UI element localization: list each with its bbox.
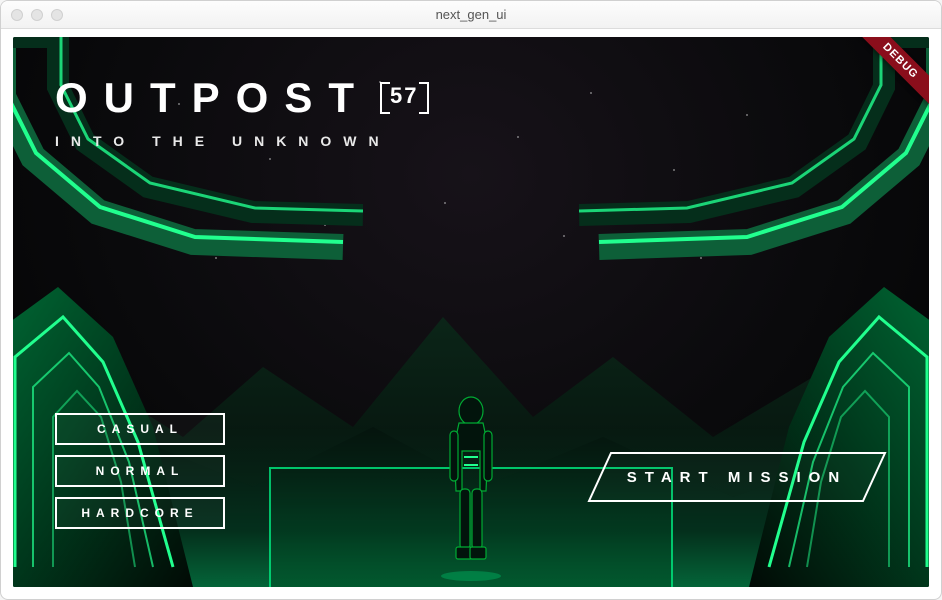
start-mission-button[interactable]: START MISSION [587, 451, 887, 503]
frame-arc-right [579, 37, 929, 297]
hero-character [426, 391, 516, 581]
title-number: 57 [384, 82, 424, 110]
difficulty-label: NORMAL [96, 464, 185, 478]
traffic-zoom-icon[interactable] [51, 9, 63, 21]
game-subtitle: INTO THE UNKNOWN [55, 133, 425, 149]
game-title: OUTPOST 57 [55, 77, 425, 119]
difficulty-normal[interactable]: NORMAL [55, 455, 225, 487]
difficulty-label: CASUAL [97, 422, 183, 436]
start-mission-wrap: START MISSION [587, 451, 887, 503]
title-block: OUTPOST 57 INTO THE UNKNOWN [55, 77, 425, 149]
traffic-close-icon[interactable] [11, 9, 23, 21]
difficulty-casual[interactable]: CASUAL [55, 413, 225, 445]
window-traffic-lights [11, 9, 63, 21]
pylon-right [739, 267, 929, 587]
window-title: next_gen_ui [1, 7, 941, 22]
game-viewport: DEBUG OUTPOST 57 INTO THE UNKNOWN CASUAL… [13, 37, 929, 587]
difficulty-hardcore[interactable]: HARDCORE [55, 497, 225, 529]
start-mission-label: START MISSION [627, 469, 847, 486]
difficulty-list: CASUAL NORMAL HARDCORE [55, 413, 225, 529]
app-window: next_gen_ui [0, 0, 942, 600]
difficulty-label: HARDCORE [81, 506, 198, 520]
title-main-text: OUTPOST [55, 77, 370, 119]
window-titlebar: next_gen_ui [1, 1, 941, 29]
traffic-minimize-icon[interactable] [31, 9, 43, 21]
